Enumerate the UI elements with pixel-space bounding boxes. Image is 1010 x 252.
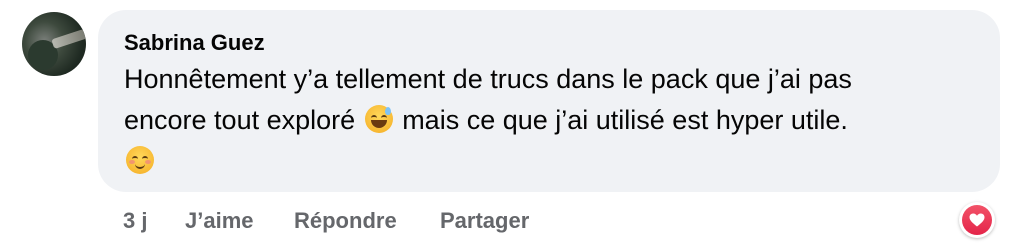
comment-text-segment: mais ce que j’ai utilisé est hyper utile… bbox=[402, 105, 848, 135]
like-button[interactable]: J’aime bbox=[185, 206, 254, 236]
comment-bubble: Sabrina Guez Honnêtement y’a tellement d… bbox=[98, 10, 1000, 192]
emoji-mouth bbox=[370, 120, 387, 128]
comment-text-line-2: encore tout exploré mais ce que j’ai uti… bbox=[124, 104, 848, 136]
comment-text-line-3 bbox=[124, 145, 156, 177]
emoji-sweat-drop bbox=[384, 107, 391, 115]
avatar-image-stripe bbox=[51, 28, 86, 50]
emoji-cheek bbox=[145, 160, 151, 164]
blush-smile-emoji-icon bbox=[126, 146, 154, 174]
heart-icon bbox=[969, 213, 985, 227]
comment-author-name[interactable]: Sabrina Guez bbox=[124, 30, 265, 56]
reply-button[interactable]: Répondre bbox=[294, 206, 397, 236]
comment-timestamp[interactable]: 3 j bbox=[123, 206, 147, 236]
share-button[interactable]: Partager bbox=[440, 206, 529, 236]
reaction-badge[interactable] bbox=[959, 202, 995, 238]
comment-text-line-1: Honnêtement y’a tellement de trucs dans … bbox=[124, 64, 852, 94]
comment-text-segment: encore tout exploré bbox=[124, 105, 356, 135]
reaction-heart-background bbox=[962, 205, 992, 235]
sweat-smile-emoji-icon bbox=[364, 105, 393, 133]
emoji-mouth bbox=[135, 163, 145, 169]
avatar[interactable] bbox=[22, 12, 86, 76]
